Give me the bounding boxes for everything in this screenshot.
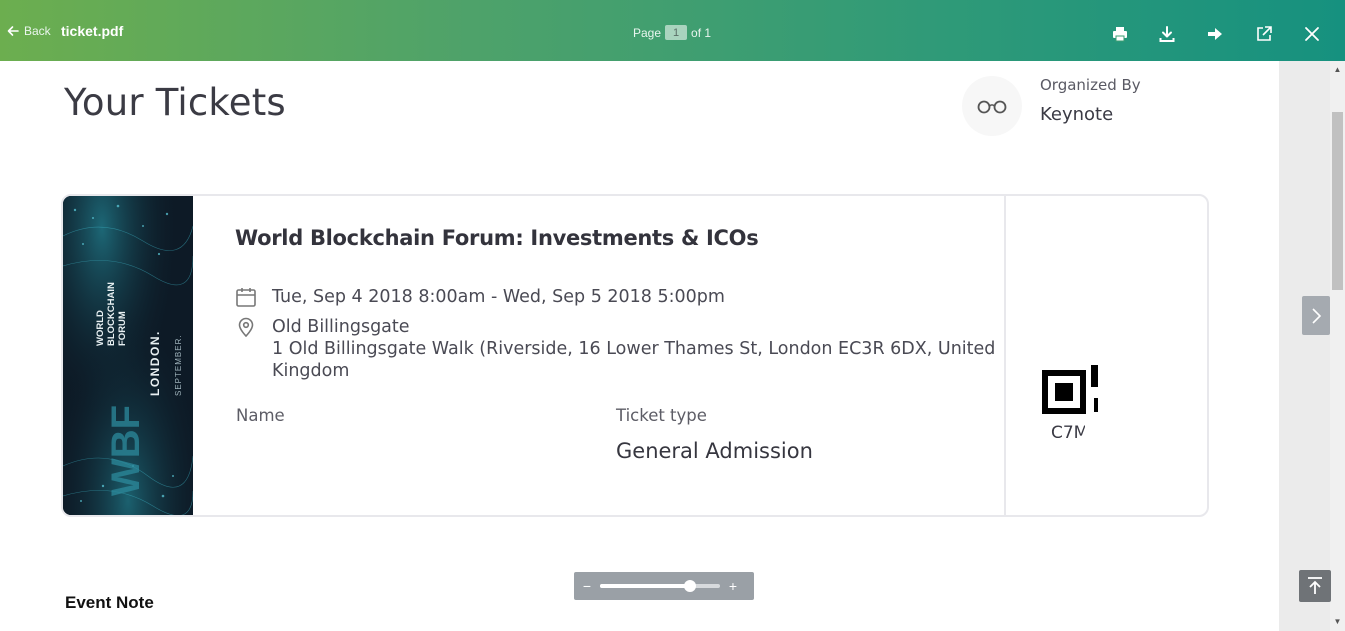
zoom-slider-fill (600, 584, 690, 588)
zoom-slider-knob[interactable] (684, 580, 696, 592)
event-banner-image: WBF WORLD BLOCKCHAIN FORUM LONDON. SEPTE… (63, 196, 193, 515)
open-external-icon (1257, 26, 1272, 41)
event-title: World Blockchain Forum: Investments & IC… (235, 226, 759, 250)
calendar-icon (236, 288, 256, 307)
back-button[interactable]: Back (6, 24, 51, 38)
forward-button[interactable] (1205, 24, 1225, 44)
scroll-up-arrow-icon[interactable]: ▲ (1330, 63, 1345, 77)
glasses-icon (977, 100, 1007, 114)
viewer-toolbar: Back ticket.pdf Page of 1 (0, 0, 1345, 61)
forward-icon (1208, 28, 1222, 40)
vertical-scrollbar[interactable]: ▲ ▼ (1330, 61, 1345, 631)
event-banner-art: WBF WORLD BLOCKCHAIN FORUM LONDON. SEPTE… (63, 196, 193, 515)
organizer-avatar (962, 76, 1022, 136)
download-icon (1159, 26, 1175, 42)
ticket-qr-section: C7M (1006, 196, 1207, 515)
close-icon (1305, 27, 1319, 41)
arrow-up-to-line-icon (1308, 577, 1322, 594)
location-pin-icon (238, 317, 254, 338)
banner-line-1: WORLD (95, 310, 106, 346)
back-label: Back (24, 24, 51, 38)
banner-logo-text: WBF (104, 405, 148, 496)
ticket-details: World Blockchain Forum: Investments & IC… (193, 196, 1005, 515)
next-page-button[interactable] (1302, 296, 1330, 335)
arrow-left-icon (7, 26, 19, 36)
banner-month: SEPTEMBER. (174, 334, 183, 396)
page-prefix: Page (633, 25, 662, 40)
zoom-control: − + (574, 572, 754, 600)
attendee-name-label: Name (236, 406, 285, 425)
ticket-type-label: Ticket type (616, 406, 707, 425)
scroll-to-top-button[interactable] (1299, 570, 1331, 602)
pdf-page: Your Tickets Organized By Keynote WBF WO… (0, 61, 1279, 631)
close-button[interactable] (1302, 24, 1322, 44)
scrollbar-thumb[interactable] (1332, 112, 1343, 290)
open-external-button[interactable] (1254, 24, 1274, 44)
event-note-heading: Event Note (65, 593, 154, 612)
page-number-input[interactable] (665, 25, 688, 40)
scroll-down-arrow-icon[interactable]: ▼ (1330, 615, 1345, 629)
venue-name: Old Billingsgate (272, 317, 410, 337)
qr-code (1042, 365, 1098, 414)
ticket-type-value: General Admission (616, 439, 813, 463)
zoom-slider[interactable] (600, 580, 720, 592)
print-button[interactable] (1110, 24, 1130, 44)
banner-line-3: FORUM (117, 311, 128, 346)
zoom-out-button[interactable]: − (574, 578, 600, 594)
zoom-in-button[interactable]: + (720, 578, 746, 594)
ticket-card: WBF WORLD BLOCKCHAIN FORUM LONDON. SEPTE… (61, 194, 1209, 517)
organizer-name: Keynote (1040, 104, 1114, 125)
banner-line-2: BLOCKCHAIN (106, 282, 117, 346)
event-date-range: Tue, Sep 4 2018 8:00am - Wed, Sep 5 2018… (272, 287, 725, 307)
event-venue: Old Billingsgate 1 Old Billingsgate Walk… (272, 316, 1012, 382)
page-indicator: Page of 1 (633, 25, 711, 40)
banner-city: LONDON. (148, 330, 162, 396)
organizer-label: Organized By (1040, 76, 1141, 94)
venue-address: 1 Old Billingsgate Walk (Riverside, 16 L… (272, 339, 996, 381)
pdf-viewer: Back ticket.pdf Page of 1 Your Tickets (0, 0, 1345, 631)
page-title: Your Tickets (64, 81, 286, 124)
download-button[interactable] (1157, 24, 1177, 44)
chevron-right-icon (1312, 307, 1322, 324)
document-filename: ticket.pdf (61, 23, 124, 39)
print-icon (1113, 27, 1127, 42)
page-suffix: of 1 (691, 25, 712, 40)
ticket-code: C7M (1051, 423, 1085, 443)
